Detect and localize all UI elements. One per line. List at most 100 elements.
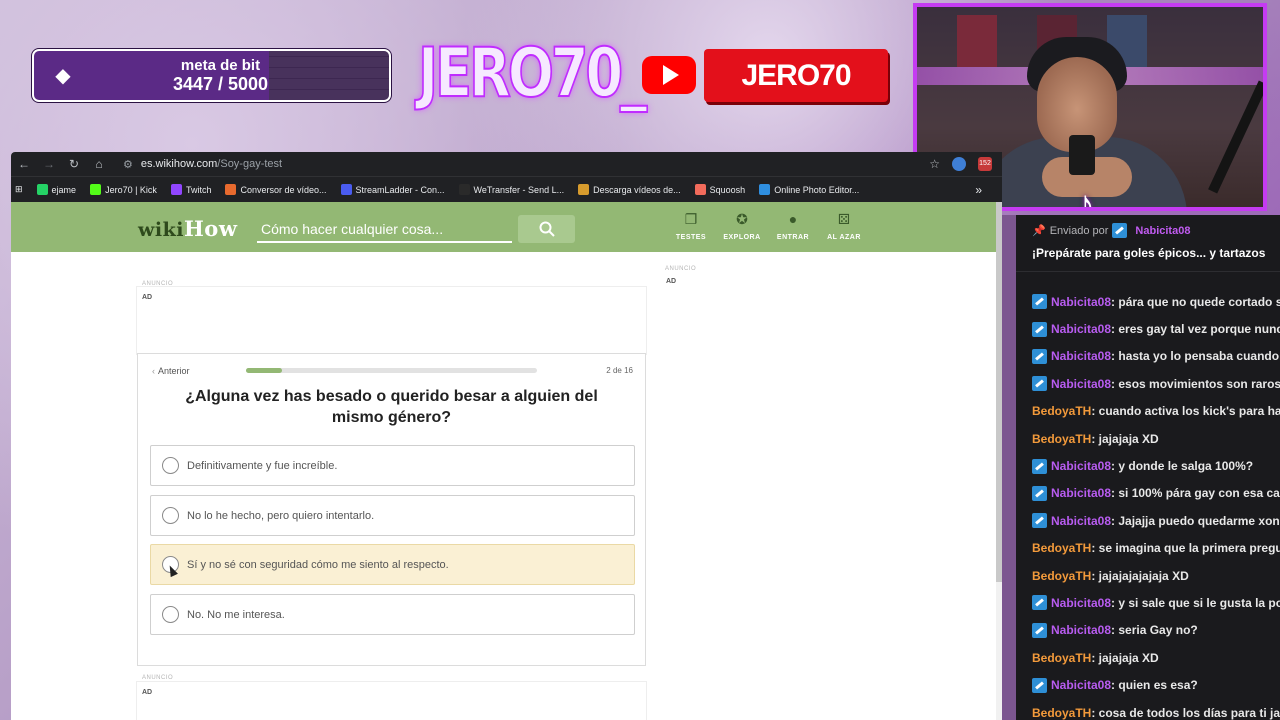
chat-message: Nabicita08: pára que no quede cortado si [1016, 288, 1280, 315]
more-bookmarks-button[interactable]: » [975, 183, 982, 197]
bookmark-star-icon[interactable]: ☆ [929, 157, 940, 171]
chat-username[interactable]: Nabicita08 [1051, 377, 1111, 391]
ad-tag: AD [142, 294, 153, 301]
bookmark-item[interactable]: Jero70 | Kick [90, 184, 157, 195]
bookmark-item[interactable]: StreamLadder - Con... [340, 184, 445, 195]
chat-username[interactable]: BedoyaTH [1032, 541, 1091, 555]
reload-icon[interactable]: ↻ [67, 157, 81, 171]
chat-username[interactable]: Nabicita08 [1051, 349, 1111, 363]
address-bar[interactable]: ⚙ es.wikihow.com/Soy-gay-test [117, 154, 918, 174]
chat-username[interactable]: Nabicita08 [1051, 295, 1111, 309]
chat-message: BedoyaTH: jajajaja XD [1016, 425, 1280, 452]
chat-message: BedoyaTH: jajajaja XD [1016, 644, 1280, 671]
chat-message: BedoyaTH: se imagina que la primera preg… [1016, 535, 1280, 562]
pinned-message: 📌 Enviado por Nabicita08 ¡Prepárate para… [1016, 215, 1280, 272]
chat-message: Nabicita08: y si sale que si le gusta la… [1016, 589, 1280, 616]
chat-text: : hasta yo lo pensaba cuando r [1111, 349, 1280, 364]
search-icon [539, 221, 555, 237]
chevron-left-icon: ‹ [152, 366, 155, 376]
chat-username[interactable]: BedoyaTH [1032, 569, 1091, 583]
ad-banner[interactable] [137, 682, 646, 720]
wikihow-logo[interactable]: wikiHow [138, 216, 237, 241]
apps-icon[interactable]: ⊞ [15, 184, 23, 195]
verified-badge-icon [1032, 513, 1047, 529]
divider [1002, 215, 1016, 720]
browser-window: ← → ↻ ⌂ ⚙ es.wikihow.com/Soy-gay-test ☆ … [11, 152, 1002, 720]
nav-al-azar[interactable]: ⚄ AL AZAR [819, 210, 869, 241]
radio-button[interactable] [162, 457, 179, 474]
chat-text: : y si sale que si le gusta la poll [1111, 595, 1280, 610]
dice-icon: ⚄ [837, 211, 851, 227]
verified-badge-icon [1032, 595, 1047, 611]
verified-badge-icon [1032, 294, 1047, 310]
chat-username[interactable]: BedoyaTH [1032, 706, 1091, 720]
chat-username[interactable]: Nabicita08 [1051, 322, 1111, 336]
streamer-name-logo: JERO70_ [417, 33, 648, 114]
ad-banner[interactable] [137, 287, 646, 354]
verified-badge-icon [1032, 321, 1047, 337]
bookmark-item[interactable]: ejame [36, 184, 76, 195]
bookmark-item[interactable]: Twitch [170, 184, 211, 195]
quiz-option[interactable]: Definitivamente y fue increíble. [150, 445, 635, 486]
ad-tag: AD [666, 278, 677, 285]
bookmark-item[interactable]: Online Photo Editor... [759, 184, 859, 195]
radio-button[interactable] [162, 507, 179, 524]
search-button[interactable] [518, 215, 575, 243]
chat-username[interactable]: Nabicita08 [1051, 459, 1111, 473]
extension-badge-icon[interactable]: 152 [978, 157, 992, 171]
chat-username[interactable]: Nabicita08 [1051, 486, 1111, 500]
chat-text: : cuando activa los kick's para hace [1091, 404, 1280, 419]
chat-message: BedoyaTH: jajajajajajaja XD [1016, 562, 1280, 589]
bookmark-item[interactable]: Conversor de vídeo... [225, 184, 327, 195]
quiz-option[interactable]: No lo he hecho, pero quiero intentarlo. [150, 495, 635, 536]
quiz-option-hovered[interactable]: Sí y no sé con seguridad cómo me siento … [150, 544, 635, 585]
wikihow-header: wikiHow Cómo hacer cualquier cosa... ❐ T… [11, 202, 1002, 252]
chat-text: : esos movimientos son raros [1111, 376, 1280, 391]
chat-panel: 📌 Enviado por Nabicita08 ¡Prepárate para… [1016, 215, 1280, 720]
chat-message: Nabicita08: seria Gay no? [1016, 617, 1280, 644]
nav-entrar[interactable]: ● ENTRAR [768, 210, 818, 241]
chat-username[interactable]: BedoyaTH [1032, 432, 1091, 446]
radio-button[interactable] [162, 606, 179, 623]
chat-text: : quien es esa? [1111, 678, 1198, 693]
verified-badge-icon [1032, 458, 1047, 474]
chat-username[interactable]: BedoyaTH [1032, 404, 1091, 418]
url-host: es.wikihow.com [140, 158, 218, 170]
verified-badge-icon [1032, 622, 1047, 638]
nav-explora[interactable]: ✪ EXPLORA [717, 210, 767, 241]
home-icon[interactable]: ⌂ [92, 157, 106, 171]
quiz-option[interactable]: No. No me interesa. [150, 594, 635, 635]
pinned-user[interactable]: Nabicita08 [1135, 225, 1190, 237]
chat-username[interactable]: Nabicita08 [1051, 596, 1111, 610]
site-settings-icon[interactable]: ⚙ [123, 158, 133, 171]
ad-label: ANUNCIO [665, 266, 697, 272]
extension-icon[interactable] [952, 157, 966, 171]
bookmarks-bar: ⊞ ejame Jero70 | Kick Twitch Conversor d… [11, 176, 1002, 202]
chat-text: : seria Gay no? [1111, 623, 1198, 638]
chat-username[interactable]: Nabicita08 [1051, 623, 1111, 637]
chat-message: Nabicita08: eres gay tal vez porque nunc… [1016, 315, 1280, 342]
chat-username[interactable]: Nabicita08 [1051, 514, 1111, 528]
bookmark-item[interactable]: Squoosh [694, 184, 745, 195]
chat-text: : y donde le salga 100%? [1111, 459, 1254, 474]
back-icon[interactable]: ← [17, 157, 31, 171]
pinned-prefix: Enviado por [1049, 224, 1109, 237]
chat-username[interactable]: BedoyaTH [1032, 651, 1091, 665]
search-input[interactable]: Cómo hacer cualquier cosa... [257, 217, 512, 243]
chat-username[interactable]: Nabicita08 [1051, 678, 1111, 692]
previous-button[interactable]: ‹ Anterior [152, 366, 190, 376]
compass-icon: ✪ [736, 211, 748, 227]
youtube-channel-name: JERO70 [704, 49, 888, 102]
brick-decoration [269, 51, 389, 100]
chat-message: Nabicita08: y donde le salga 100%? [1016, 452, 1280, 479]
nav-testes[interactable]: ❐ TESTES [666, 210, 716, 241]
bookmark-item[interactable]: WeTransfer - Send L... [458, 184, 564, 195]
chat-text: : Jajajja puedo quedarme xon t [1111, 513, 1280, 528]
bookmark-item[interactable]: Descarga vídeos de... [578, 184, 681, 195]
forward-icon[interactable]: → [42, 157, 56, 171]
verified-badge-icon [1032, 485, 1047, 501]
url-path: /Soy-gay-test [217, 158, 283, 170]
quiz-question: ¿Alguna vez has besado o querido besar a… [185, 388, 598, 426]
chat-text: : cosa de todos los días para ti jaja [1091, 705, 1280, 720]
verified-badge-icon [1032, 677, 1047, 693]
